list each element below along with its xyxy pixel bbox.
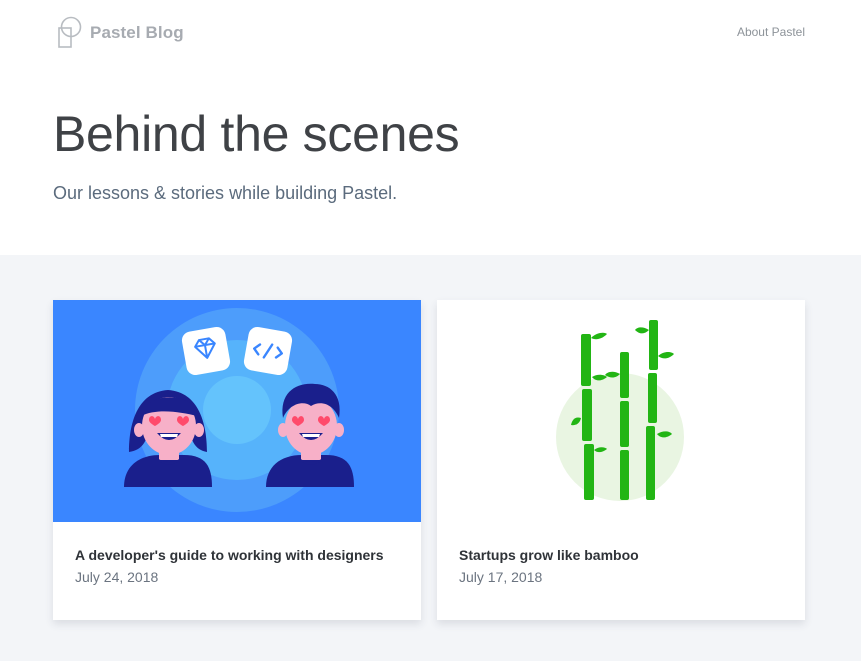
post-card-body: Startups grow like bamboo July 17, 2018 bbox=[459, 546, 789, 587]
page-subtitle: Our lessons & stories while building Pas… bbox=[53, 183, 398, 203]
site-header: Pastel Blog About Pastel bbox=[0, 0, 861, 80]
brand-name: Pastel Blog bbox=[90, 23, 184, 42]
posts-section: A developer's guide to working with desi… bbox=[0, 255, 861, 661]
page-title: Behind the scenes bbox=[53, 106, 460, 162]
pastel-logo-icon bbox=[58, 16, 82, 48]
post-date: July 24, 2018 bbox=[75, 569, 159, 585]
bamboo-illustration bbox=[437, 300, 805, 522]
post-card[interactable]: A developer's guide to working with desi… bbox=[53, 300, 421, 620]
post-card-body: A developer's guide to working with desi… bbox=[75, 546, 405, 587]
post-date: July 17, 2018 bbox=[459, 569, 543, 585]
logo-link[interactable]: Pastel Blog bbox=[57, 16, 184, 50]
post-title[interactable]: Startups grow like bamboo bbox=[459, 546, 789, 564]
post-title[interactable]: A developer's guide to working with desi… bbox=[75, 546, 405, 564]
about-pastel-link[interactable]: About Pastel bbox=[737, 25, 805, 39]
post-card[interactable]: Startups grow like bamboo July 17, 2018 bbox=[437, 300, 805, 620]
designer-developer-illustration bbox=[53, 300, 421, 522]
